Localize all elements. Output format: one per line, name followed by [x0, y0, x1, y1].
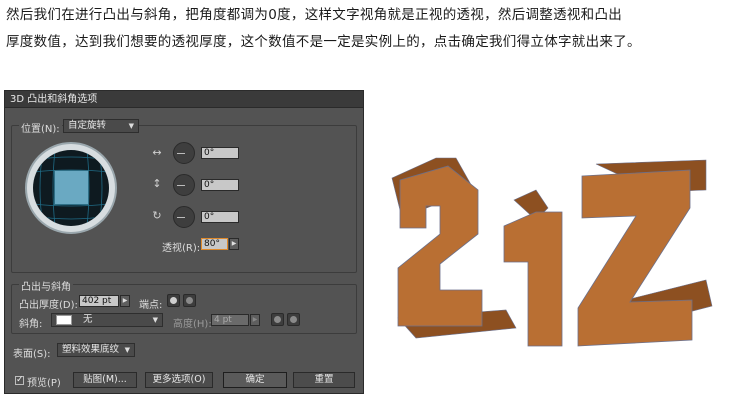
position-dropdown-value: 自定旋转	[68, 120, 107, 131]
z-rotation-field[interactable]: 0°	[201, 211, 239, 223]
z-axis-icon: ↻	[152, 209, 162, 222]
x-rotation-field[interactable]: 0°	[201, 147, 239, 159]
3d-extrude-bevel-dialog: 3D 凸出和斜角选项 位置(N): 自定旋转 ▼ ↔ 0° ↕ 0° ↻ 0°	[4, 90, 364, 394]
bevel-height-label: 高度(H):	[173, 319, 212, 330]
preview-label[interactable]: 预览(P)	[27, 374, 61, 389]
bevel-height-field[interactable]: 4 pt	[211, 314, 249, 326]
reset-button[interactable]: 重置	[293, 372, 355, 388]
perspective-label: 透视(R):	[162, 243, 201, 254]
more-options-button[interactable]: 更多选项(O)	[145, 372, 213, 388]
preview-checkbox[interactable]: ✓	[15, 376, 24, 385]
caption: 然后我们在进行凸出与斜角，把角度都调为0度，这样文字视角就是正视的透视，然后调整…	[6, 2, 734, 56]
cap-label: 端点:	[139, 300, 163, 311]
perspective-field[interactable]: 80°	[201, 238, 228, 250]
bevel-out-button[interactable]	[271, 313, 284, 326]
surface-dropdown-value: 塑料效果底纹	[62, 344, 120, 355]
rotation-globe[interactable]	[25, 142, 117, 234]
bevel-swatch	[56, 314, 72, 325]
y-rotation-field[interactable]: 0°	[201, 179, 239, 191]
extrude-depth-field[interactable]: 402 pt	[79, 295, 119, 307]
y-rotation-knob[interactable]	[173, 174, 195, 196]
dialog-title: 3D 凸出和斜角选项	[5, 91, 363, 108]
chevron-down-icon: ▼	[124, 346, 130, 354]
extruded-3d-text-artwork	[391, 157, 713, 347]
z-rotation-knob[interactable]	[173, 206, 195, 228]
surface-label: 表面(S):	[13, 349, 51, 360]
artwork-faces	[397, 165, 693, 347]
cube-preview	[54, 170, 89, 205]
chevron-down-icon: ▼	[152, 316, 158, 324]
y-axis-icon: ↕	[152, 177, 162, 190]
glyph-z	[577, 169, 693, 347]
x-rotation-knob[interactable]	[173, 142, 195, 164]
surface-dropdown[interactable]: 塑料效果底纹 ▼	[57, 343, 135, 357]
bevel-dropdown-value: 无	[83, 314, 93, 325]
extrude-depth-label: 凸出厚度(D):	[19, 300, 78, 311]
caption-line-2: 厚度数值，达到我们想要的透视厚度，这个数值不是一定是实例上的，点击确定我们得立体…	[6, 34, 641, 50]
glyph-2	[397, 165, 483, 327]
position-label: 位置(N):	[19, 120, 62, 135]
cap-off-button[interactable]	[183, 294, 196, 307]
cap-on-button[interactable]	[167, 294, 180, 307]
perspective-slider-button[interactable]: ▶	[229, 238, 239, 250]
globe-viewport	[33, 150, 109, 226]
extrude-bevel-group-label: 凸出与斜角	[19, 278, 73, 293]
bevel-height-slider-button[interactable]: ▶	[250, 314, 260, 326]
bevel-label: 斜角:	[19, 319, 43, 330]
map-button[interactable]: 贴图(M)...	[73, 372, 137, 388]
ok-button[interactable]: 确定	[223, 372, 287, 388]
bevel-dropdown[interactable]: 无 ▼	[51, 313, 163, 327]
extrude-depth-slider-button[interactable]: ▶	[120, 295, 130, 307]
chevron-down-icon: ▼	[128, 122, 134, 130]
x-axis-icon: ↔	[152, 146, 162, 159]
caption-line-1: 然后我们在进行凸出与斜角，把角度都调为0度，这样文字视角就是正视的透视，然后调整…	[6, 7, 623, 23]
position-dropdown[interactable]: 自定旋转 ▼	[63, 119, 139, 133]
bevel-in-button[interactable]	[287, 313, 300, 326]
